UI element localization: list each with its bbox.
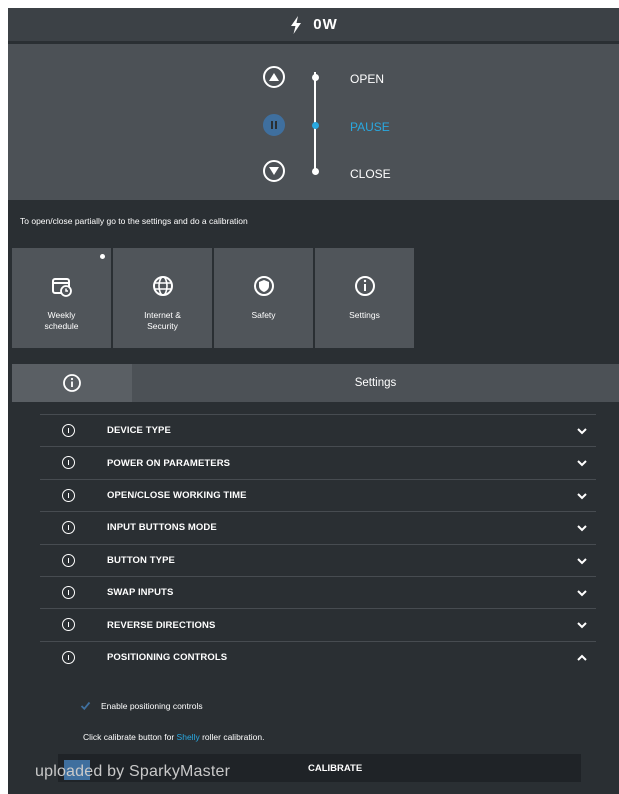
- arrow-down-icon: [269, 167, 279, 175]
- chevron-down-icon: [577, 622, 587, 629]
- accordion-label: OPEN/CLOSE WORKING TIME: [107, 489, 247, 501]
- calibration-note: To open/close partially go to the settin…: [20, 216, 248, 226]
- lightning-icon: [291, 15, 302, 34]
- arrow-up-icon: [269, 73, 279, 81]
- device-app: 0W OPEN PAUSE CLOSE To open/close partia…: [8, 8, 619, 794]
- close-label[interactable]: CLOSE: [350, 167, 391, 181]
- power-bar: 0W: [8, 8, 619, 42]
- accordion-label: BUTTON TYPE: [107, 554, 175, 566]
- shutter-control-panel: OPEN PAUSE CLOSE: [8, 44, 619, 200]
- info-icon: [62, 424, 75, 437]
- calibration-text-prefix: Click calibrate button for: [83, 732, 177, 742]
- enable-positioning-checkbox[interactable]: Enable positioning controls: [80, 700, 203, 711]
- accordion-label: REVERSE DIRECTIONS: [107, 619, 216, 631]
- feature-tiles: Weekly schedule Internet & Security Safe…: [12, 248, 414, 348]
- info-icon: [62, 618, 75, 632]
- chevron-down-icon: [577, 557, 587, 564]
- calibration-text-suffix: roller calibration.: [199, 732, 265, 742]
- power-value: 0W: [313, 16, 338, 33]
- info-icon: [62, 488, 75, 502]
- open-dot: [312, 74, 319, 81]
- settings-title: Settings: [354, 377, 397, 389]
- pause-dot: [312, 122, 319, 129]
- info-icon: [62, 650, 75, 664]
- info-icon: [62, 553, 75, 567]
- chevron-down-icon: [577, 525, 587, 532]
- watermark-text: uploaded by SparkyMaster: [35, 763, 231, 780]
- accordion-label: INPUT BUTTONS MODE: [107, 522, 217, 534]
- close-button[interactable]: [263, 160, 285, 182]
- chevron-down-icon: [577, 460, 587, 467]
- chevron-up-icon: [577, 654, 587, 661]
- settings-header: Settings: [12, 364, 619, 402]
- calibrate-button[interactable]: CALIBRATE: [308, 763, 362, 774]
- tile-weekly-schedule[interactable]: Weekly schedule: [12, 248, 111, 348]
- accordion-label: DEVICE TYPE: [107, 425, 171, 437]
- accordion-label: SWAP INPUTS: [107, 587, 174, 599]
- info-icon: [63, 374, 81, 392]
- accordion-item-device-type[interactable]: DEVICE TYPE: [40, 414, 596, 446]
- pause-label[interactable]: PAUSE: [350, 120, 390, 134]
- shield-icon: [252, 274, 276, 298]
- tile-settings[interactable]: Settings: [315, 248, 414, 348]
- accordion-label: POWER ON PARAMETERS: [107, 457, 231, 469]
- open-label[interactable]: OPEN: [350, 72, 384, 86]
- chevron-down-icon: [577, 590, 587, 597]
- accordion-label: POSITIONING CONTROLS: [107, 651, 228, 663]
- checkmark-icon: [80, 701, 91, 711]
- settings-tab[interactable]: [12, 364, 132, 402]
- info-icon: [62, 456, 75, 470]
- open-button[interactable]: [263, 66, 285, 88]
- tile-label: Weekly schedule: [44, 310, 79, 331]
- pause-icon: [271, 121, 277, 129]
- accordion-item-reverse-directions[interactable]: REVERSE DIRECTIONS: [40, 608, 596, 640]
- enable-positioning-label: Enable positioning controls: [101, 700, 203, 711]
- info-icon: [62, 585, 75, 599]
- accordion-item-working-time[interactable]: OPEN/CLOSE WORKING TIME: [40, 478, 596, 511]
- chevron-down-icon: [577, 493, 587, 500]
- calibration-brand-link[interactable]: Shelly: [177, 732, 200, 742]
- close-dot: [312, 168, 319, 175]
- tile-internet-security[interactable]: Internet & Security: [113, 248, 212, 348]
- chevron-down-icon: [577, 428, 587, 435]
- calibration-instructions: Click calibrate button for Shelly roller…: [83, 732, 264, 742]
- accordion-item-input-buttons-mode[interactable]: INPUT BUTTONS MODE: [40, 511, 596, 543]
- accordion-item-button-type[interactable]: BUTTON TYPE: [40, 543, 596, 576]
- calendar-icon: [50, 274, 74, 298]
- accordion-item-positioning-controls[interactable]: POSITIONING CONTROLS: [40, 640, 596, 673]
- tile-label: Settings: [349, 310, 380, 320]
- notification-dot: [100, 254, 105, 259]
- accordion-item-power-on-parameters[interactable]: POWER ON PARAMETERS: [40, 446, 596, 478]
- accordion-item-swap-inputs[interactable]: SWAP INPUTS: [40, 575, 596, 608]
- settings-accordion: DEVICE TYPE POWER ON PARAMETERS OPEN/CLO…: [40, 414, 596, 673]
- info-icon: [353, 274, 377, 298]
- pause-button[interactable]: [263, 114, 285, 136]
- tile-safety[interactable]: Safety: [214, 248, 313, 348]
- globe-icon: [151, 274, 175, 298]
- tile-label: Safety: [251, 310, 276, 320]
- info-icon: [62, 521, 75, 535]
- tile-label: Internet & Security: [144, 310, 181, 331]
